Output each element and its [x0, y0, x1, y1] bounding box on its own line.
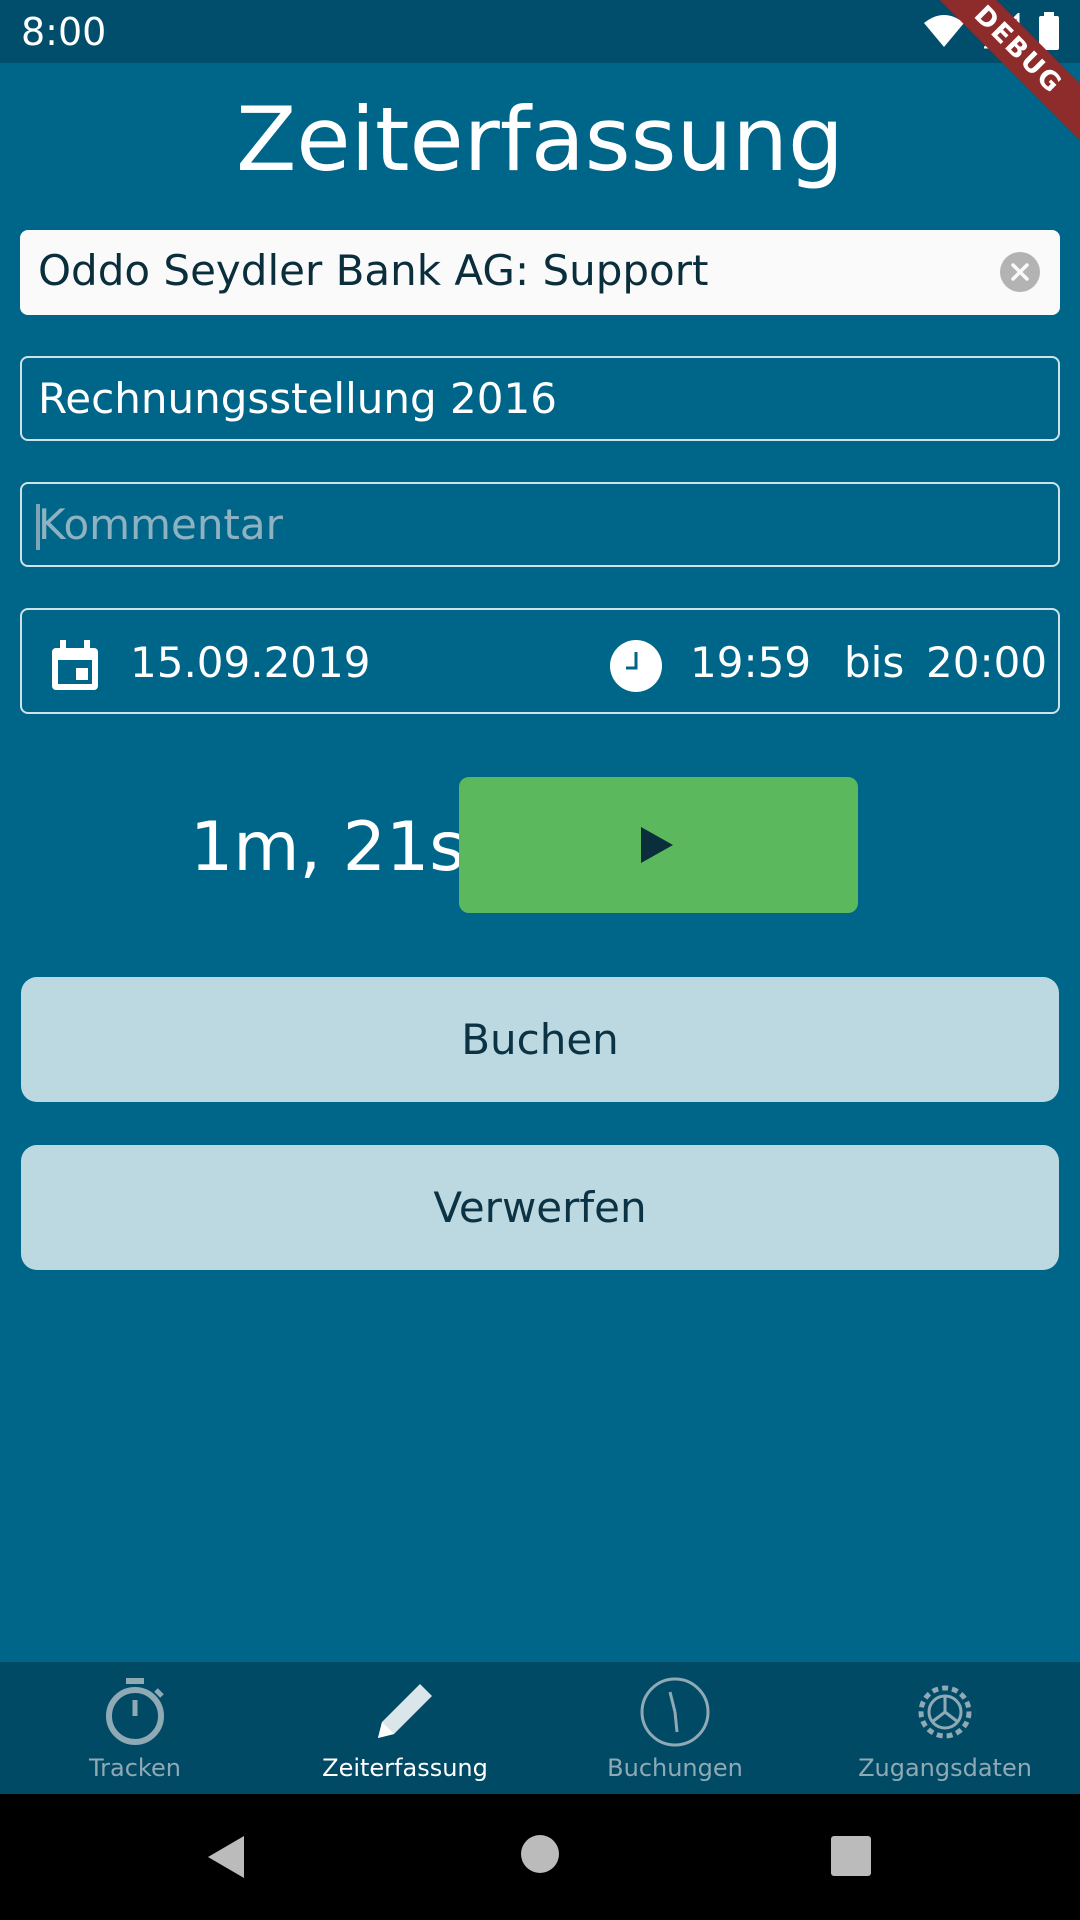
nav-label-tracken: Tracken: [89, 1754, 181, 1782]
stopwatch-icon: [106, 1678, 164, 1745]
comment-placeholder: Kommentar: [38, 500, 283, 549]
datetime-field: 15.09.2019 19:59 bis 20:00: [20, 608, 1060, 714]
home-icon[interactable]: [520, 1834, 560, 1874]
discard-button[interactable]: Verwerfen: [21, 1145, 1059, 1270]
task-value: Rechnungsstellung 2016: [38, 374, 557, 423]
nav-label-buchungen: Buchungen: [607, 1754, 743, 1782]
clear-icon[interactable]: [1000, 252, 1040, 292]
nav-item-zeiterfassung[interactable]: Zeiterfassung: [270, 1662, 540, 1794]
status-time: 8:00: [21, 10, 107, 54]
page-title: Zeiterfassung: [236, 88, 844, 191]
calendar-icon[interactable]: [50, 640, 100, 692]
gear-icon: [918, 1685, 972, 1739]
nav-item-buchungen[interactable]: Buchungen: [540, 1662, 810, 1794]
bottom-nav: Tracken Zeiterfassung Buchungen Zugangsd…: [0, 1662, 1080, 1794]
pencil-icon: [378, 1684, 432, 1738]
time-from[interactable]: 19:59: [690, 638, 811, 687]
clock-icon[interactable]: [610, 640, 662, 692]
play-button[interactable]: [459, 777, 858, 913]
time-separator: bis: [844, 638, 905, 687]
book-button[interactable]: Buchen: [21, 977, 1059, 1102]
nav-label-zeiterfassung: Zeiterfassung: [322, 1754, 488, 1782]
recents-icon[interactable]: [831, 1836, 871, 1876]
task-field[interactable]: Rechnungsstellung 2016: [20, 356, 1060, 441]
project-value: Oddo Seydler Bank AG: Support: [38, 246, 709, 295]
nav-item-tracken[interactable]: Tracken: [0, 1662, 270, 1794]
date-value[interactable]: 15.09.2019: [130, 638, 370, 687]
back-icon[interactable]: [206, 1834, 246, 1880]
play-icon: [641, 827, 673, 863]
nav-label-zugangsdaten: Zugangsdaten: [858, 1754, 1032, 1782]
status-bar: 8:00 DEBUG: [0, 0, 1080, 149]
system-nav-bar: [0, 1794, 1080, 1920]
project-field[interactable]: Oddo Seydler Bank AG: Support: [20, 230, 1060, 315]
nav-item-zugangsdaten[interactable]: Zugangsdaten: [810, 1662, 1080, 1794]
time-to[interactable]: 20:00: [926, 638, 1047, 687]
elapsed-time: 1m, 21s: [190, 808, 465, 887]
comment-input[interactable]: Kommentar: [20, 482, 1060, 567]
clock-icon: [640, 1677, 710, 1747]
